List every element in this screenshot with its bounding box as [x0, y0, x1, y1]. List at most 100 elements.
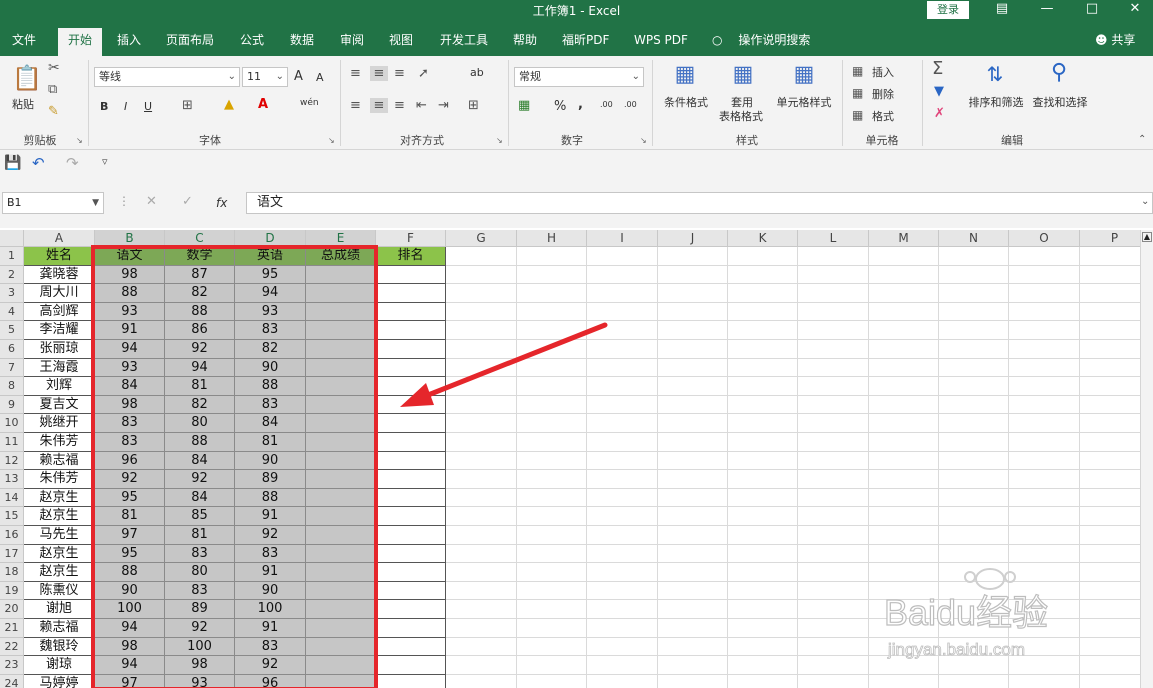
cell-styles-button[interactable]: 单元格样式 — [772, 96, 836, 110]
row-header[interactable]: 18 — [0, 563, 24, 582]
cell-N18[interactable] — [939, 563, 1009, 582]
cell-E1[interactable]: 总成绩 — [306, 247, 376, 266]
format-as-table-line2[interactable]: 表格格式 — [710, 110, 772, 124]
cell-I2[interactable] — [587, 265, 658, 285]
cell-D19[interactable]: 90 — [235, 581, 306, 601]
tab-home[interactable]: 开始 — [58, 28, 103, 56]
cell-O8[interactable] — [1009, 377, 1080, 396]
cell-K20[interactable] — [728, 600, 798, 619]
cell-O24[interactable] — [1009, 674, 1080, 688]
column-header-j[interactable]: J — [658, 230, 728, 247]
increase-decimal-button[interactable]: .00 — [600, 100, 613, 109]
enter-icon[interactable]: ✓ — [182, 194, 193, 209]
cell-I9[interactable] — [587, 395, 658, 415]
cell-J9[interactable] — [658, 395, 728, 415]
cell-M13[interactable] — [869, 470, 939, 489]
cell-P22[interactable] — [1080, 638, 1140, 657]
tab-page-layout[interactable]: 页面布局 — [166, 28, 214, 56]
cell-B11[interactable]: 83 — [95, 433, 165, 452]
cell-I20[interactable] — [587, 600, 658, 619]
cell-J8[interactable] — [658, 377, 728, 396]
column-header-m[interactable]: M — [869, 230, 939, 247]
cell-N5[interactable] — [939, 321, 1009, 340]
cell-A9[interactable]: 夏吉文 — [24, 395, 95, 415]
row-header[interactable]: 20 — [0, 600, 24, 619]
bold-button[interactable]: B — [100, 100, 108, 113]
cell-P15[interactable] — [1080, 507, 1140, 526]
column-header-d[interactable]: D — [235, 230, 306, 247]
cell-I17[interactable] — [587, 544, 658, 564]
cell-H8[interactable] — [517, 377, 587, 396]
font-color-icon[interactable]: A — [258, 97, 268, 112]
cell-L24[interactable] — [798, 674, 869, 688]
cell-M14[interactable] — [869, 488, 939, 508]
cell-O15[interactable] — [1009, 507, 1080, 526]
cell-B9[interactable]: 98 — [95, 395, 165, 415]
cell-C4[interactable]: 88 — [165, 302, 235, 322]
cell-F24[interactable] — [376, 674, 446, 688]
cell-A10[interactable]: 姚继开 — [24, 414, 95, 433]
cell-M16[interactable] — [869, 526, 939, 545]
cell-A3[interactable]: 周大川 — [24, 284, 95, 303]
number-launcher-icon[interactable]: ↘ — [640, 136, 647, 145]
cell-B21[interactable]: 94 — [95, 619, 165, 638]
cell-M8[interactable] — [869, 377, 939, 396]
cut-icon[interactable]: ✂ — [48, 60, 60, 76]
cell-K15[interactable] — [728, 507, 798, 526]
share-button[interactable]: ☻ 共享 — [1095, 28, 1135, 56]
cell-M19[interactable] — [869, 581, 939, 601]
comma-button[interactable]: , — [578, 97, 583, 112]
cell-A5[interactable]: 李洁耀 — [24, 321, 95, 340]
borders-icon[interactable]: ⊞ — [182, 98, 193, 113]
cell-E22[interactable] — [306, 637, 376, 657]
cell-B8[interactable]: 84 — [95, 377, 165, 396]
cell-P11[interactable] — [1080, 433, 1140, 452]
cell-I21[interactable] — [587, 619, 658, 638]
cell-M11[interactable] — [869, 433, 939, 452]
cell-A17[interactable]: 赵京生 — [24, 544, 95, 564]
cell-D2[interactable]: 95 — [235, 265, 306, 285]
cell-E23[interactable] — [306, 656, 376, 675]
cell-C22[interactable]: 100 — [165, 637, 235, 657]
cell-J6[interactable] — [658, 340, 728, 359]
cell-L8[interactable] — [798, 377, 869, 396]
cell-I14[interactable] — [587, 488, 658, 508]
cell-G12[interactable] — [446, 451, 517, 471]
row-header[interactable]: 5 — [0, 321, 24, 340]
clipboard-launcher-icon[interactable]: ↘ — [76, 136, 83, 145]
italic-button[interactable]: I — [124, 100, 127, 113]
cell-J18[interactable] — [658, 563, 728, 582]
cell-G8[interactable] — [446, 377, 517, 396]
cell-D20[interactable]: 100 — [235, 600, 306, 619]
cell-L18[interactable] — [798, 563, 869, 582]
cell-D11[interactable]: 81 — [235, 433, 306, 452]
cell-P17[interactable] — [1080, 545, 1140, 564]
cell-B19[interactable]: 90 — [95, 581, 165, 601]
column-header-e[interactable]: E — [306, 230, 376, 247]
cell-G2[interactable] — [446, 265, 517, 285]
cell-J2[interactable] — [658, 265, 728, 285]
cell-I6[interactable] — [587, 340, 658, 359]
format-cells-button[interactable]: 格式 — [872, 108, 894, 124]
cell-G23[interactable] — [446, 656, 517, 675]
cell-M4[interactable] — [869, 302, 939, 322]
cell-K6[interactable] — [728, 340, 798, 359]
cell-K11[interactable] — [728, 433, 798, 452]
cell-G3[interactable] — [446, 284, 517, 303]
cell-K23[interactable] — [728, 656, 798, 675]
vertical-scrollbar[interactable]: ▲ — [1140, 230, 1153, 688]
cell-D23[interactable]: 92 — [235, 656, 306, 675]
cell-H20[interactable] — [517, 600, 587, 619]
cell-B1[interactable]: 语文 — [95, 247, 165, 266]
cell-J14[interactable] — [658, 488, 728, 508]
cell-F22[interactable] — [376, 637, 446, 657]
scroll-up-icon[interactable]: ▲ — [1142, 232, 1152, 242]
cell-A16[interactable]: 马先生 — [24, 526, 95, 545]
cell-P9[interactable] — [1080, 396, 1140, 415]
cell-J12[interactable] — [658, 451, 728, 471]
row-header[interactable]: 16 — [0, 526, 24, 545]
cell-C18[interactable]: 80 — [165, 563, 235, 582]
cell-F15[interactable] — [376, 507, 446, 526]
cell-H1[interactable] — [517, 247, 587, 266]
cell-P24[interactable] — [1080, 675, 1140, 688]
